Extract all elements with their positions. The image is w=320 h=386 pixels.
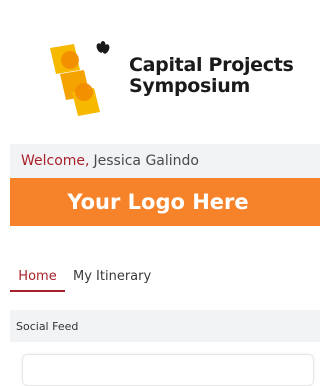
event-title-line1: Capital Projects	[129, 54, 294, 76]
social-feed-title: Social Feed	[16, 319, 79, 333]
social-feed-header: Social Feed	[10, 310, 320, 342]
tab-home[interactable]: Home	[10, 262, 65, 292]
nav-tabs: Home My Itinerary	[10, 262, 320, 292]
event-header: Capital Projects Symposium	[0, 0, 320, 144]
feed-card[interactable]	[22, 354, 314, 386]
event-title: Capital Projects Symposium	[129, 55, 294, 97]
event-title-line2: Symposium	[129, 75, 250, 97]
banner-text: Your Logo Here	[67, 190, 249, 214]
welcome-bar: Welcome, Jessica Galindo	[10, 144, 320, 178]
welcome-greeting: Welcome,	[21, 153, 90, 169]
tab-my-itinerary[interactable]: My Itinerary	[73, 262, 151, 290]
sponsor-logo-banner[interactable]: Your Logo Here	[10, 178, 320, 226]
symposium-logo-icon	[50, 41, 110, 116]
user-name[interactable]: Jessica Galindo	[94, 153, 199, 169]
